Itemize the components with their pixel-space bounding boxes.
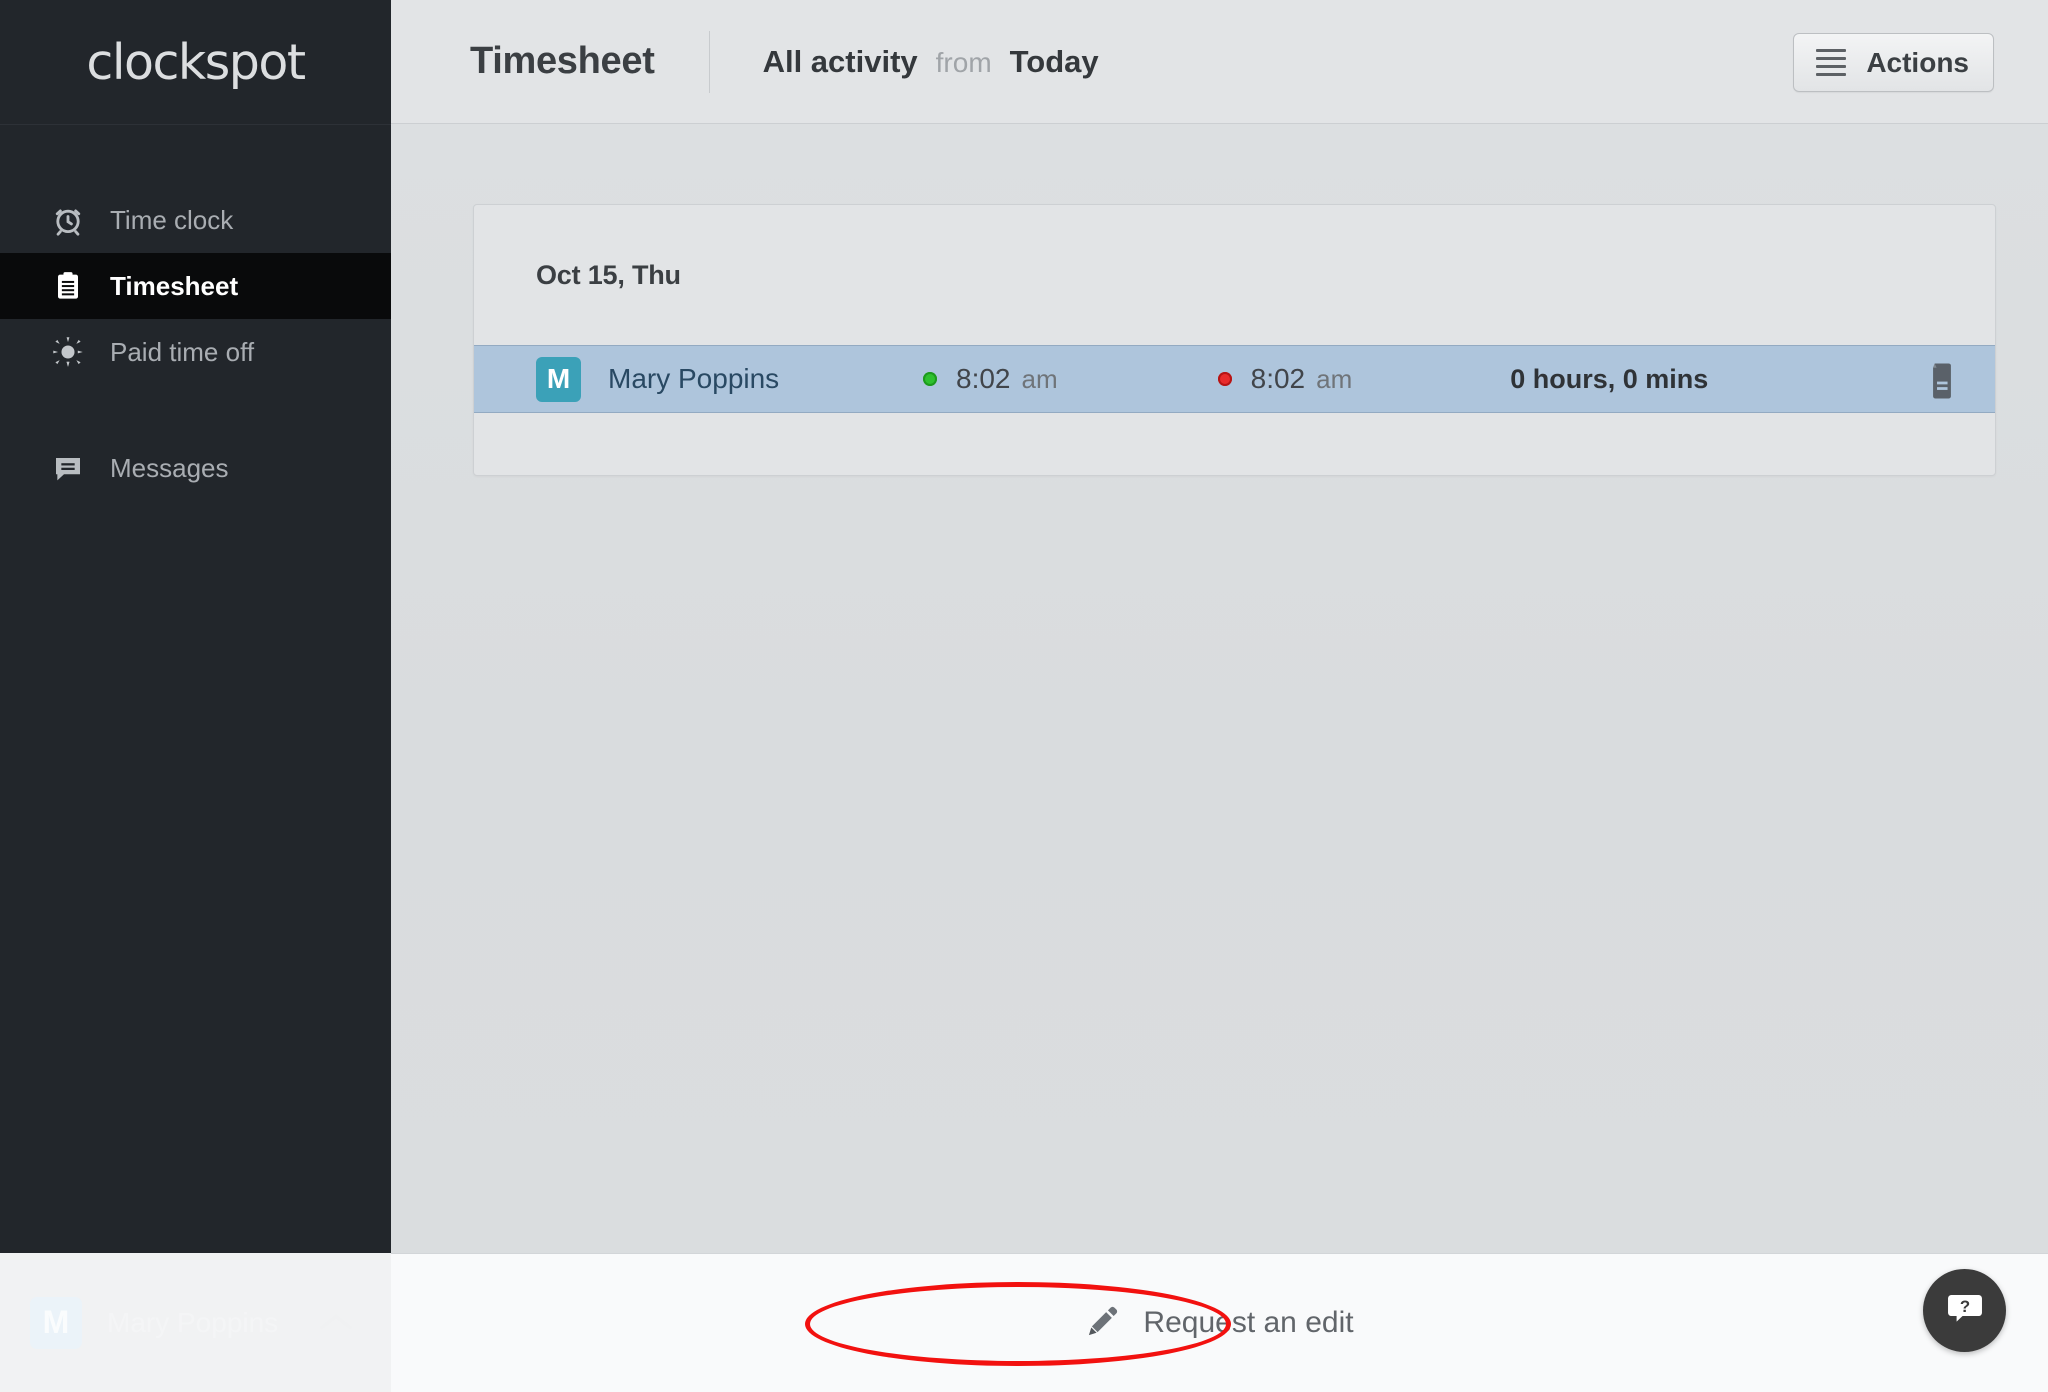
sidebar-item-time-clock[interactable]: Time clock [0,187,391,253]
app-root: clockspot Time clock Timesheet Paid time… [0,0,2048,1392]
entry-clock-out: 8:02 am [1217,363,1353,395]
clipboard-icon [50,268,86,304]
bottom-bar: Request an edit [391,1253,2048,1392]
topbar-divider [708,30,710,93]
filter-connector: from [935,46,992,78]
sun-icon [50,334,86,370]
sidebar-item-label: Timesheet [110,270,239,301]
timesheet-card-footer [474,413,1995,475]
main-content: Oct 15, Thu M Mary Poppins 8:02 am 8:02 … [391,124,2048,1253]
actions-button[interactable]: Actions [1793,33,1994,92]
actions-button-label: Actions [1866,46,1969,78]
sidebar-nav: Time clock Timesheet Paid time off Messa… [0,125,391,501]
sidebar-user-name: Mary Poppins [107,1306,279,1338]
clock-out-time: 8:02 [1250,363,1306,394]
help-button[interactable]: ? [1923,1269,2006,1352]
filter-scope[interactable]: All activity [763,44,918,80]
note-document-icon[interactable] [1925,362,1959,405]
clock-in-status-icon [923,372,937,386]
sidebar: clockspot Time clock Timesheet Paid time… [0,0,391,1253]
sidebar-item-paid-time-off[interactable]: Paid time off [0,319,391,385]
avatar: M [536,356,581,402]
top-bar: Timesheet All activity from Today Action… [391,0,2048,124]
entry-clock-in: 8:02 am [923,363,1058,395]
timesheet-card: Oct 15, Thu M Mary Poppins 8:02 am 8:02 … [473,204,1996,476]
filter-date-range[interactable]: Today [1010,44,1099,80]
sidebar-item-label: Paid time off [110,336,255,367]
request-an-edit-button[interactable]: Request an edit [1059,1289,1379,1358]
table-row[interactable]: M Mary Poppins 8:02 am 8:02 am 0 hours, … [474,345,1995,413]
entry-total-hours: 0 hours, 0 mins [1510,363,1709,394]
alarm-clock-icon [50,202,86,238]
chevron-up-icon[interactable] [319,1311,353,1338]
app-logo-text: clockspot [86,33,306,91]
avatar: M [30,1296,82,1349]
page-title: Timesheet [470,40,655,82]
request-an-edit-label: Request an edit [1143,1306,1354,1339]
sidebar-item-label: Time clock [110,204,234,235]
pen-icon [1085,1303,1121,1344]
sidebar-user-menu[interactable]: M Mary Poppins [0,1253,391,1392]
clock-out-ampm: am [1316,363,1353,394]
hamburger-menu-icon [1816,44,1847,81]
help-question-bubble-icon: ? [1944,1287,1986,1334]
clock-out-status-icon [1217,372,1232,386]
timesheet-date-label: Oct 15, Thu [536,259,681,290]
clock-in-time: 8:02 [956,363,1011,394]
timesheet-date-header: Oct 15, Thu [474,205,1995,345]
sidebar-item-timesheet[interactable]: Timesheet [0,253,391,319]
app-logo[interactable]: clockspot [0,0,391,124]
sidebar-item-label: Messages [110,452,229,483]
entry-employee-name: Mary Poppins [608,363,780,394]
clock-in-ampm: am [1021,363,1058,394]
chat-bubble-icon [50,450,86,486]
svg-text:?: ? [1959,1297,1969,1316]
sidebar-nav-gap [0,385,391,435]
sidebar-item-messages[interactable]: Messages [0,435,391,501]
activity-filter: All activity from Today [763,44,1099,80]
